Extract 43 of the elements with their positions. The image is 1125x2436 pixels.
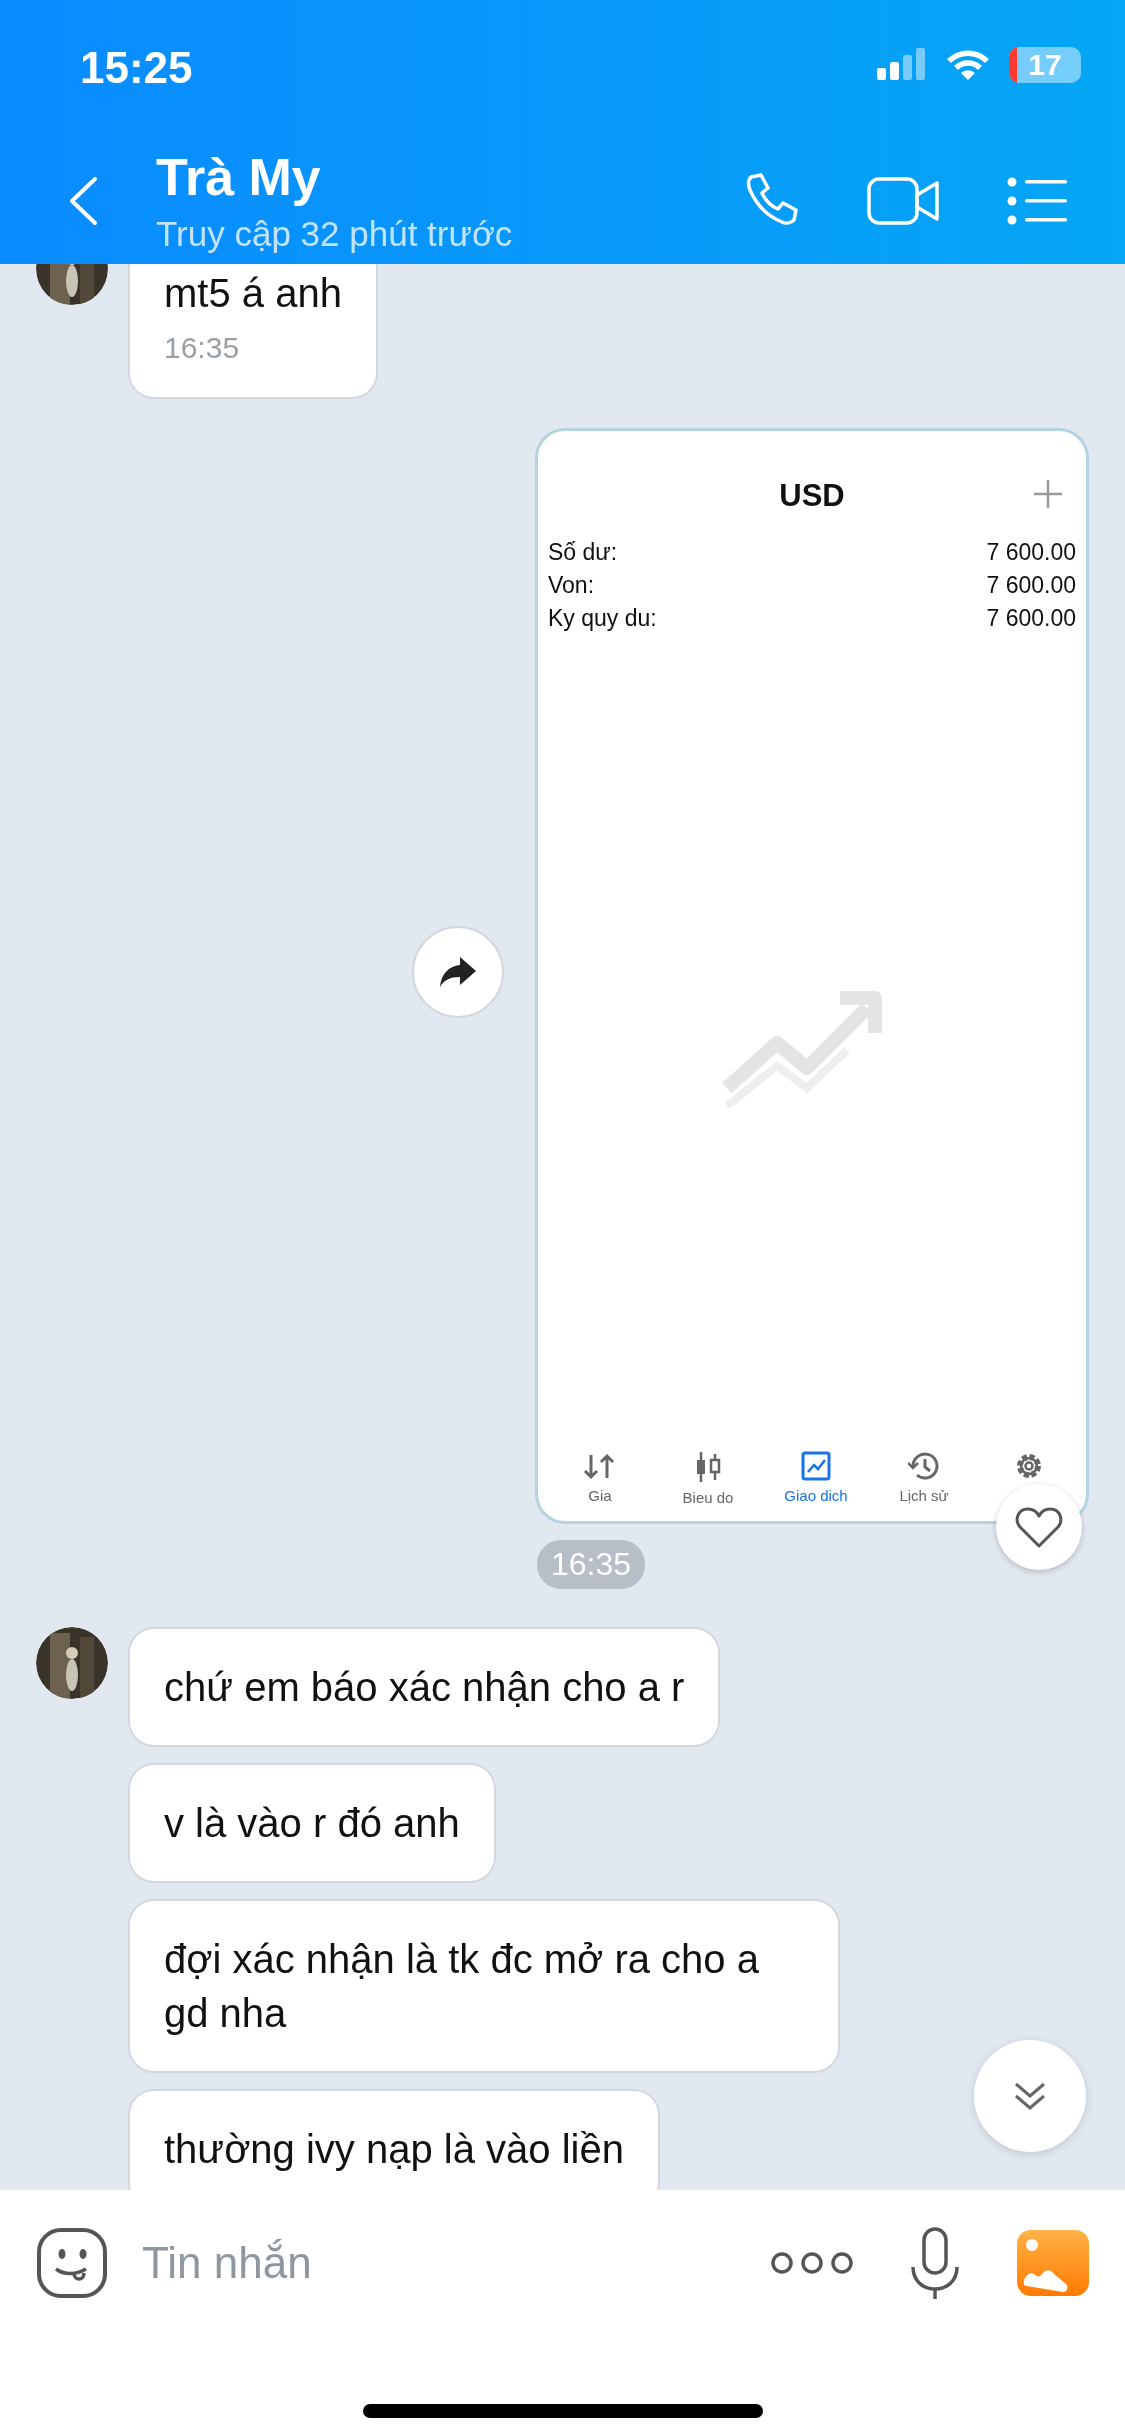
signal-icon [877, 48, 927, 82]
battery-icon: 17 [1009, 47, 1081, 83]
settings-icon [1014, 1451, 1044, 1481]
field-value: 7 600.00 [986, 538, 1076, 567]
message-time: 16:35 [164, 330, 241, 366]
plus-icon [1034, 480, 1062, 508]
contact-name: Trà My [156, 148, 322, 208]
nav-tab[interactable] [1014, 1451, 1044, 1481]
status-time: 15:25 [80, 42, 194, 93]
message-text: chứ em báo xác nhận cho a r [164, 1665, 685, 1709]
currency-title: USD [779, 478, 845, 514]
like-button[interactable] [996, 1484, 1082, 1570]
screenshot-message[interactable]: USD Số dư: 7 600.00 Von: 7 600.00 Ky quy du: 7 600.00 Gia Bieu do Giao dich Lịch sử [535, 428, 1089, 1524]
last-seen-text: Truy cập 32 phút trước [156, 213, 514, 254]
nav-tab[interactable]: Lịch sử [876, 1451, 972, 1513]
sticker-icon[interactable] [36, 2227, 108, 2299]
microphone-icon[interactable] [911, 2227, 959, 2299]
message-input[interactable]: Tin nhắn [142, 2238, 771, 2288]
field-label: Ky quy du: [548, 604, 657, 633]
menu-icon[interactable] [1007, 177, 1067, 225]
line-chart-icon [801, 1451, 831, 1481]
avatar[interactable] [36, 1627, 108, 1699]
more-icon[interactable] [771, 2251, 853, 2275]
wifi-icon [945, 48, 991, 82]
history-icon [908, 1451, 940, 1481]
message-text: thường ivy nạp là vào liền [164, 2127, 624, 2171]
arrows-icon [583, 1451, 617, 1481]
video-call-icon[interactable] [867, 175, 941, 227]
heart-icon [1015, 1506, 1063, 1548]
back-icon[interactable] [68, 176, 98, 226]
gallery-icon[interactable] [1017, 2230, 1089, 2296]
message-text: đợi xác nhận là tk đc mở ra cho a gd nha [164, 1937, 759, 2035]
nav-tab[interactable]: Bieu do [660, 1451, 756, 1513]
time-label: 16:35 [537, 1540, 646, 1589]
message-text: mt5 á anh [164, 271, 342, 315]
field-value: 7 600.00 [986, 571, 1076, 600]
field-label: Số dư: [548, 538, 618, 567]
field-label: Von: [548, 571, 595, 600]
field-value: 7 600.00 [986, 604, 1076, 633]
forward-arrow-icon [438, 955, 478, 989]
nav-tab[interactable]: Gia [552, 1451, 648, 1513]
message-text: v là vào r đó anh [164, 1801, 460, 1845]
nav-tab[interactable]: Giao dich [768, 1451, 864, 1513]
